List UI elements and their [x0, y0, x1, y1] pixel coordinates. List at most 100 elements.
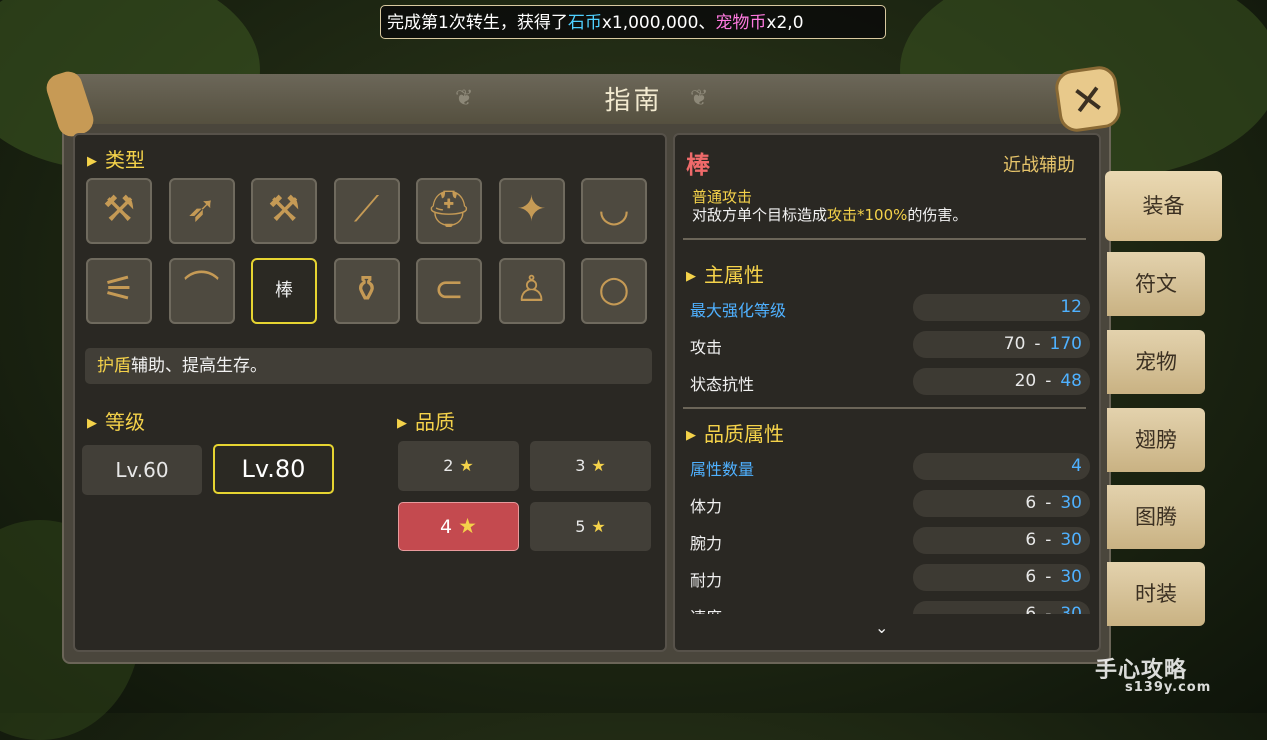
stat-min: 6 [1025, 530, 1037, 550]
bow-icon: ➶ [186, 189, 217, 230]
level-section-label: ▶ 等级 [87, 410, 145, 434]
stat-max: 30 [1060, 604, 1082, 614]
triangle-icon: ▶ [87, 154, 97, 169]
type-section-label: ▶ 类型 [87, 148, 145, 172]
type-slot[interactable]: ⚒ [251, 178, 317, 244]
tab-4[interactable]: 翅膀 [1107, 408, 1205, 472]
triangle-icon: ▶ [686, 428, 696, 443]
divider [683, 238, 1086, 240]
stat-value-bar: 6-30 [913, 490, 1090, 517]
stat-min: 6 [1025, 567, 1037, 587]
skill-description: 对敌方单个目标造成攻击*100%的伤害。 [692, 206, 968, 224]
type-slot[interactable]: ⌒ [168, 258, 235, 324]
range-dash: - [1045, 493, 1052, 513]
triangle-icon: ▶ [397, 416, 407, 431]
stone-hammer-icon: ⚒ [102, 189, 136, 230]
stat-value-bar: 6-30 [913, 527, 1090, 554]
stat-max: 170 [1049, 334, 1082, 354]
stat-value-bar: 70-170 [913, 331, 1090, 358]
stat-max: 48 [1060, 371, 1082, 391]
type-slot[interactable]: ⚱ [333, 258, 400, 324]
range-dash: - [1045, 371, 1052, 391]
close-button[interactable]: ✕ [1052, 63, 1124, 135]
stat-value-bar: 20-48 [913, 368, 1090, 395]
stat-name: 耐力 [690, 571, 723, 590]
type-slot[interactable]: ⊂ [416, 258, 482, 324]
star-icon: ★ [459, 456, 474, 475]
scroll-down-icon[interactable]: ⌄ [875, 618, 888, 637]
type-slot[interactable]: ◡ [581, 178, 647, 244]
quality-button-3[interactable]: 3 ★ [530, 441, 651, 491]
triangle-icon: ▶ [686, 269, 696, 284]
armor-icon: ✦ [516, 189, 547, 230]
watermark-logo: 手心攻略 s139y.com [1095, 658, 1212, 695]
stat-min: 6 [1025, 493, 1037, 513]
tab-6[interactable]: 时装 [1107, 562, 1205, 626]
quality-button-5[interactable]: 5 ★ [530, 502, 651, 551]
stat-min: 70 [1003, 334, 1026, 354]
divider [683, 407, 1086, 409]
quality-attr-label: ▶ 品质属性 [686, 422, 784, 446]
triangle-icon: ▶ [87, 416, 97, 431]
stat-min: 20 [1014, 371, 1037, 391]
stat-max: 30 [1060, 493, 1082, 513]
stat-min: 6 [1025, 604, 1037, 614]
type-description: 护盾辅助、提高生存。 [85, 348, 652, 384]
type-slot[interactable]: ○ [581, 258, 647, 324]
stat-name: 攻击 [690, 338, 723, 357]
range-dash: - [1034, 334, 1041, 354]
stat-name: 状态抗性 [690, 375, 755, 394]
star-icon: ★ [591, 517, 606, 536]
level-button-80[interactable]: Lv.80 [213, 444, 334, 494]
claw-icon: ⚟ [102, 269, 136, 310]
stat-max: 4 [1071, 456, 1082, 476]
tab-3[interactable]: 宠物 [1107, 330, 1205, 394]
stat-name: 腕力 [690, 534, 723, 553]
spear-icon: ⟋ [353, 189, 380, 230]
stat-max: 30 [1060, 530, 1082, 550]
tab-5[interactable]: 图腾 [1107, 485, 1205, 549]
item-name: 棒 [686, 151, 710, 179]
star-icon: ★ [591, 456, 606, 475]
type-slot-selected[interactable]: 棒 [251, 258, 317, 324]
reward-notice-banner: 完成第1次转生，获得了石币x1,000,000、宠物币x2,0 [380, 5, 886, 39]
range-dash: - [1045, 567, 1052, 587]
stat-name: 属性数量 [690, 460, 755, 479]
quality-section-label: ▶ 品质 [397, 410, 455, 434]
type-slot[interactable]: ⚒ [86, 178, 152, 244]
level-button-60[interactable]: Lv.60 [82, 445, 202, 495]
stat-max: 30 [1060, 567, 1082, 587]
main-attr-label: ▶ 主属性 [686, 263, 764, 287]
type-slot[interactable]: ➶ [168, 178, 235, 244]
quality-button-4[interactable]: 4 ★ [398, 502, 519, 551]
stat-name: 速度 [690, 604, 722, 614]
necklace-icon: ◡ [598, 189, 630, 230]
bracelet-icon: ○ [598, 269, 630, 310]
quality-stats-list[interactable]: 属性数量4体力6-30腕力6-30耐力6-30速度6-30 [675, 448, 1095, 614]
helmet-icon: ⛑ [426, 189, 472, 230]
tab-2[interactable]: 符文 [1107, 252, 1205, 316]
tab-1[interactable]: 装备 [1105, 171, 1222, 241]
type-slot[interactable]: ♙ [498, 258, 565, 324]
type-slot[interactable]: ⚟ [86, 258, 152, 324]
stat-value-bar: 4 [913, 453, 1090, 480]
stat-value-bar: 6-30 [913, 601, 1090, 614]
quality-button-2[interactable]: 2 ★ [398, 441, 519, 491]
type-slot-label: 棒 [275, 280, 293, 301]
blue-hammer-icon: ⚒ [267, 189, 301, 230]
type-slot[interactable]: ⛑ [416, 178, 482, 244]
type-slot[interactable]: ⟋ [333, 178, 400, 244]
stat-name: 体力 [690, 497, 723, 516]
stat-value-bar: 6-30 [913, 564, 1090, 591]
range-dash: - [1045, 530, 1052, 550]
star-icon: ★ [458, 514, 477, 538]
stat-value-bar: 12 [913, 294, 1090, 321]
item-category: 近战辅助 [1003, 155, 1075, 176]
range-dash: - [1045, 604, 1052, 614]
boomerang-icon: ⌒ [183, 269, 220, 310]
stat-max: 12 [1060, 297, 1082, 317]
stat-name: 最大强化等级 [690, 301, 787, 320]
type-slot[interactable]: ✦ [498, 178, 565, 244]
vest-icon: ♙ [515, 269, 548, 310]
bag-icon: ⚱ [351, 269, 382, 310]
